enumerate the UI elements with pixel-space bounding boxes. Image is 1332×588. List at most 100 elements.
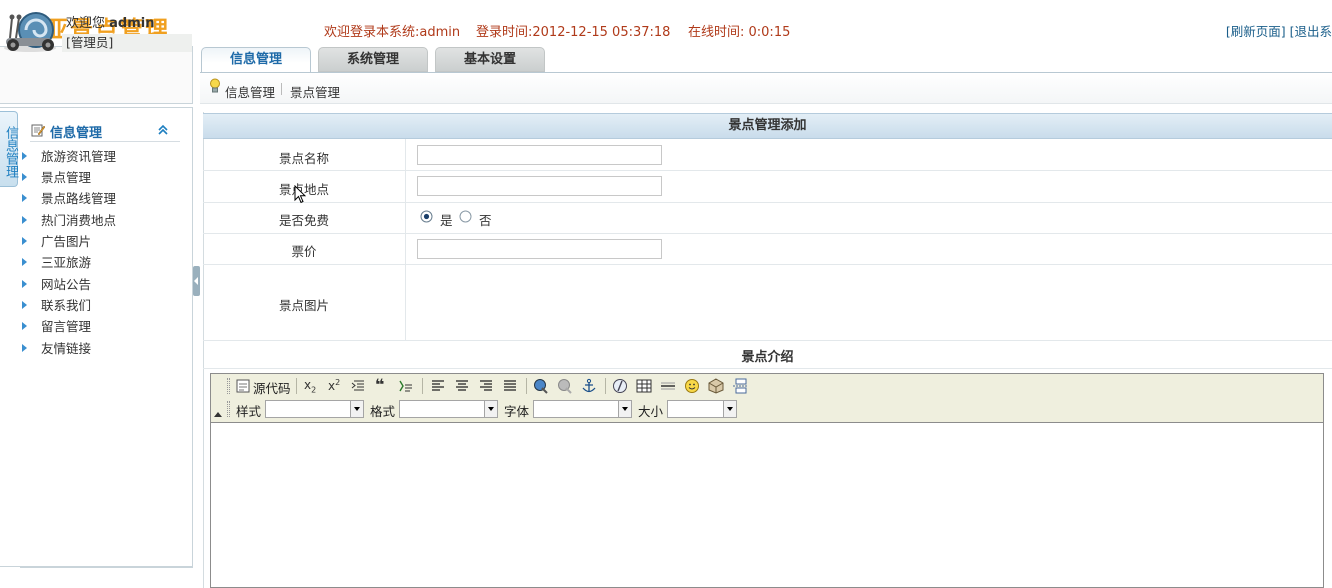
toolbar-grip[interactable] (227, 401, 230, 417)
remove-format-icon[interactable] (351, 378, 367, 394)
login-time-text: 登录时间:2012-12-15 05:37:18 (476, 25, 671, 40)
chevron-down-icon[interactable] (723, 401, 736, 417)
sidebar-item-label: 友情链接 (41, 341, 92, 356)
page-break-icon[interactable] (732, 378, 748, 394)
sidebar-item-label: 广告图片 (41, 234, 92, 249)
sidebar-item-hot-spending[interactable]: 热门消费地点 (22, 210, 116, 229)
horizontal-rule-icon[interactable] (660, 378, 676, 394)
align-right-icon[interactable] (478, 378, 494, 394)
arrow-right-icon (22, 173, 27, 181)
name-label: 景点名称 (278, 151, 329, 166)
sidebar-item-label: 热门消费地点 (41, 213, 117, 228)
tab-system-management[interactable]: 系统管理 (318, 47, 428, 72)
sidebar-toggle-handle[interactable] (193, 266, 200, 296)
font-dropdown[interactable] (533, 400, 632, 418)
blockquote-icon[interactable]: ❝ (375, 375, 391, 394)
link-icon[interactable] (533, 378, 549, 394)
anchor-icon[interactable] (581, 378, 597, 394)
toolbar-collapse-icon[interactable] (214, 412, 222, 417)
sidebar-section-header[interactable]: 信息管理 (30, 121, 180, 142)
sidebar-item-label: 景点路线管理 (41, 191, 117, 206)
location-input[interactable] (417, 176, 662, 196)
form-title: 景点管理添加 (203, 113, 1332, 139)
arrow-right-icon (22, 152, 27, 160)
snail-avatar-icon (4, 12, 56, 52)
column-divider (405, 139, 406, 340)
chevron-down-icon[interactable] (618, 401, 631, 417)
chevron-down-icon[interactable] (484, 401, 497, 417)
sidebar-item-messages[interactable]: 留言管理 (22, 316, 91, 335)
row-divider (203, 340, 1332, 341)
sidebar-vertical-tab[interactable]: 信息管理 (0, 111, 18, 187)
user-role: [管理员] (62, 34, 192, 52)
size-dropdown[interactable] (667, 400, 737, 418)
superscript-icon[interactable]: x2 (328, 378, 344, 394)
size-label: 大小 (638, 404, 664, 419)
image-label: 景点图片 (278, 298, 329, 313)
free-label: 是否免费 (278, 213, 329, 228)
sidebar-item-label: 网站公告 (41, 277, 92, 292)
price-input[interactable] (417, 239, 662, 259)
sidebar-item-contact[interactable]: 联系我们 (22, 295, 91, 314)
arrow-right-icon (22, 301, 27, 309)
header-links: [刷新页面] [退出系 (1226, 21, 1332, 40)
sidebar-item-label: 景点管理 (41, 170, 92, 185)
source-code-icon[interactable] (235, 378, 251, 394)
sidebar-item-announcements[interactable]: 网站公告 (22, 274, 91, 293)
table-icon[interactable] (636, 378, 652, 394)
sidebar-item-label: 三亚旅游 (41, 255, 92, 270)
toolbar-separator (296, 378, 297, 394)
arrow-right-icon (22, 322, 27, 330)
format-dropdown[interactable] (399, 400, 498, 418)
align-justify-icon[interactable] (502, 378, 518, 394)
unlink-icon[interactable] (557, 378, 573, 394)
toolbar-separator (422, 378, 423, 394)
toolbar-grip[interactable] (227, 378, 230, 394)
username: admin (109, 16, 155, 31)
user-panel (0, 46, 193, 104)
special-char-icon[interactable] (708, 378, 724, 394)
lightbulb-icon (210, 78, 220, 93)
row-divider (203, 264, 1332, 265)
align-left-icon[interactable] (430, 378, 446, 394)
sidebar-item-ad-images[interactable]: 广告图片 (22, 231, 91, 250)
breadcrumb-info-management[interactable]: 信息管理 (225, 82, 275, 101)
online-time-text: 在线时间: 0:0:15 (688, 25, 791, 40)
tab-info-management[interactable]: 信息管理 (201, 47, 311, 73)
welcome-prefix: 欢迎您 (66, 16, 106, 31)
free-no-radio[interactable] (459, 210, 472, 223)
align-center-icon[interactable] (454, 378, 470, 394)
arrow-right-icon (22, 237, 27, 245)
sidebar-item-label: 联系我们 (41, 298, 92, 313)
price-label: 票价 (291, 244, 317, 259)
name-input[interactable] (417, 145, 662, 165)
paste-text-icon[interactable] (398, 378, 414, 394)
tab-basic-settings[interactable]: 基本设置 (435, 47, 545, 72)
toolbar-separator (605, 378, 606, 394)
sidebar-item-label: 留言管理 (41, 319, 92, 334)
sidebar-divider (20, 567, 193, 568)
sidebar-item-scenic-spots[interactable]: 景点管理 (22, 167, 91, 186)
row-divider (203, 368, 1332, 369)
free-yes-radio[interactable] (420, 210, 433, 223)
free-no-label: 否 (479, 213, 492, 228)
welcome-system-text: 欢迎登录本系统:admin (324, 25, 461, 40)
sidebar-item-links[interactable]: 友情链接 (22, 338, 91, 357)
subscript-icon[interactable]: x2 (304, 378, 320, 394)
mouse-cursor-icon (294, 185, 306, 204)
breadcrumb-scenic-management[interactable]: 景点管理 (290, 82, 340, 101)
logout-link[interactable]: [退出系 (1290, 24, 1332, 39)
sidebar-item-sanya-travel[interactable]: 三亚旅游 (22, 252, 91, 271)
style-dropdown[interactable] (265, 400, 364, 418)
source-code-button[interactable]: 源代码 (253, 378, 291, 397)
smiley-icon[interactable] (684, 378, 700, 394)
flash-icon[interactable] (612, 378, 628, 394)
collapse-up-icon[interactable] (156, 123, 170, 137)
sidebar-item-routes[interactable]: 景点路线管理 (22, 188, 116, 207)
breadcrumb-separator (281, 83, 282, 95)
edit-document-icon (31, 124, 45, 137)
refresh-page-link[interactable]: [刷新页面] (1226, 24, 1286, 39)
chevron-down-icon[interactable] (350, 401, 363, 417)
arrow-right-icon (22, 216, 27, 224)
sidebar-item-travel-news[interactable]: 旅游资讯管理 (22, 146, 116, 165)
